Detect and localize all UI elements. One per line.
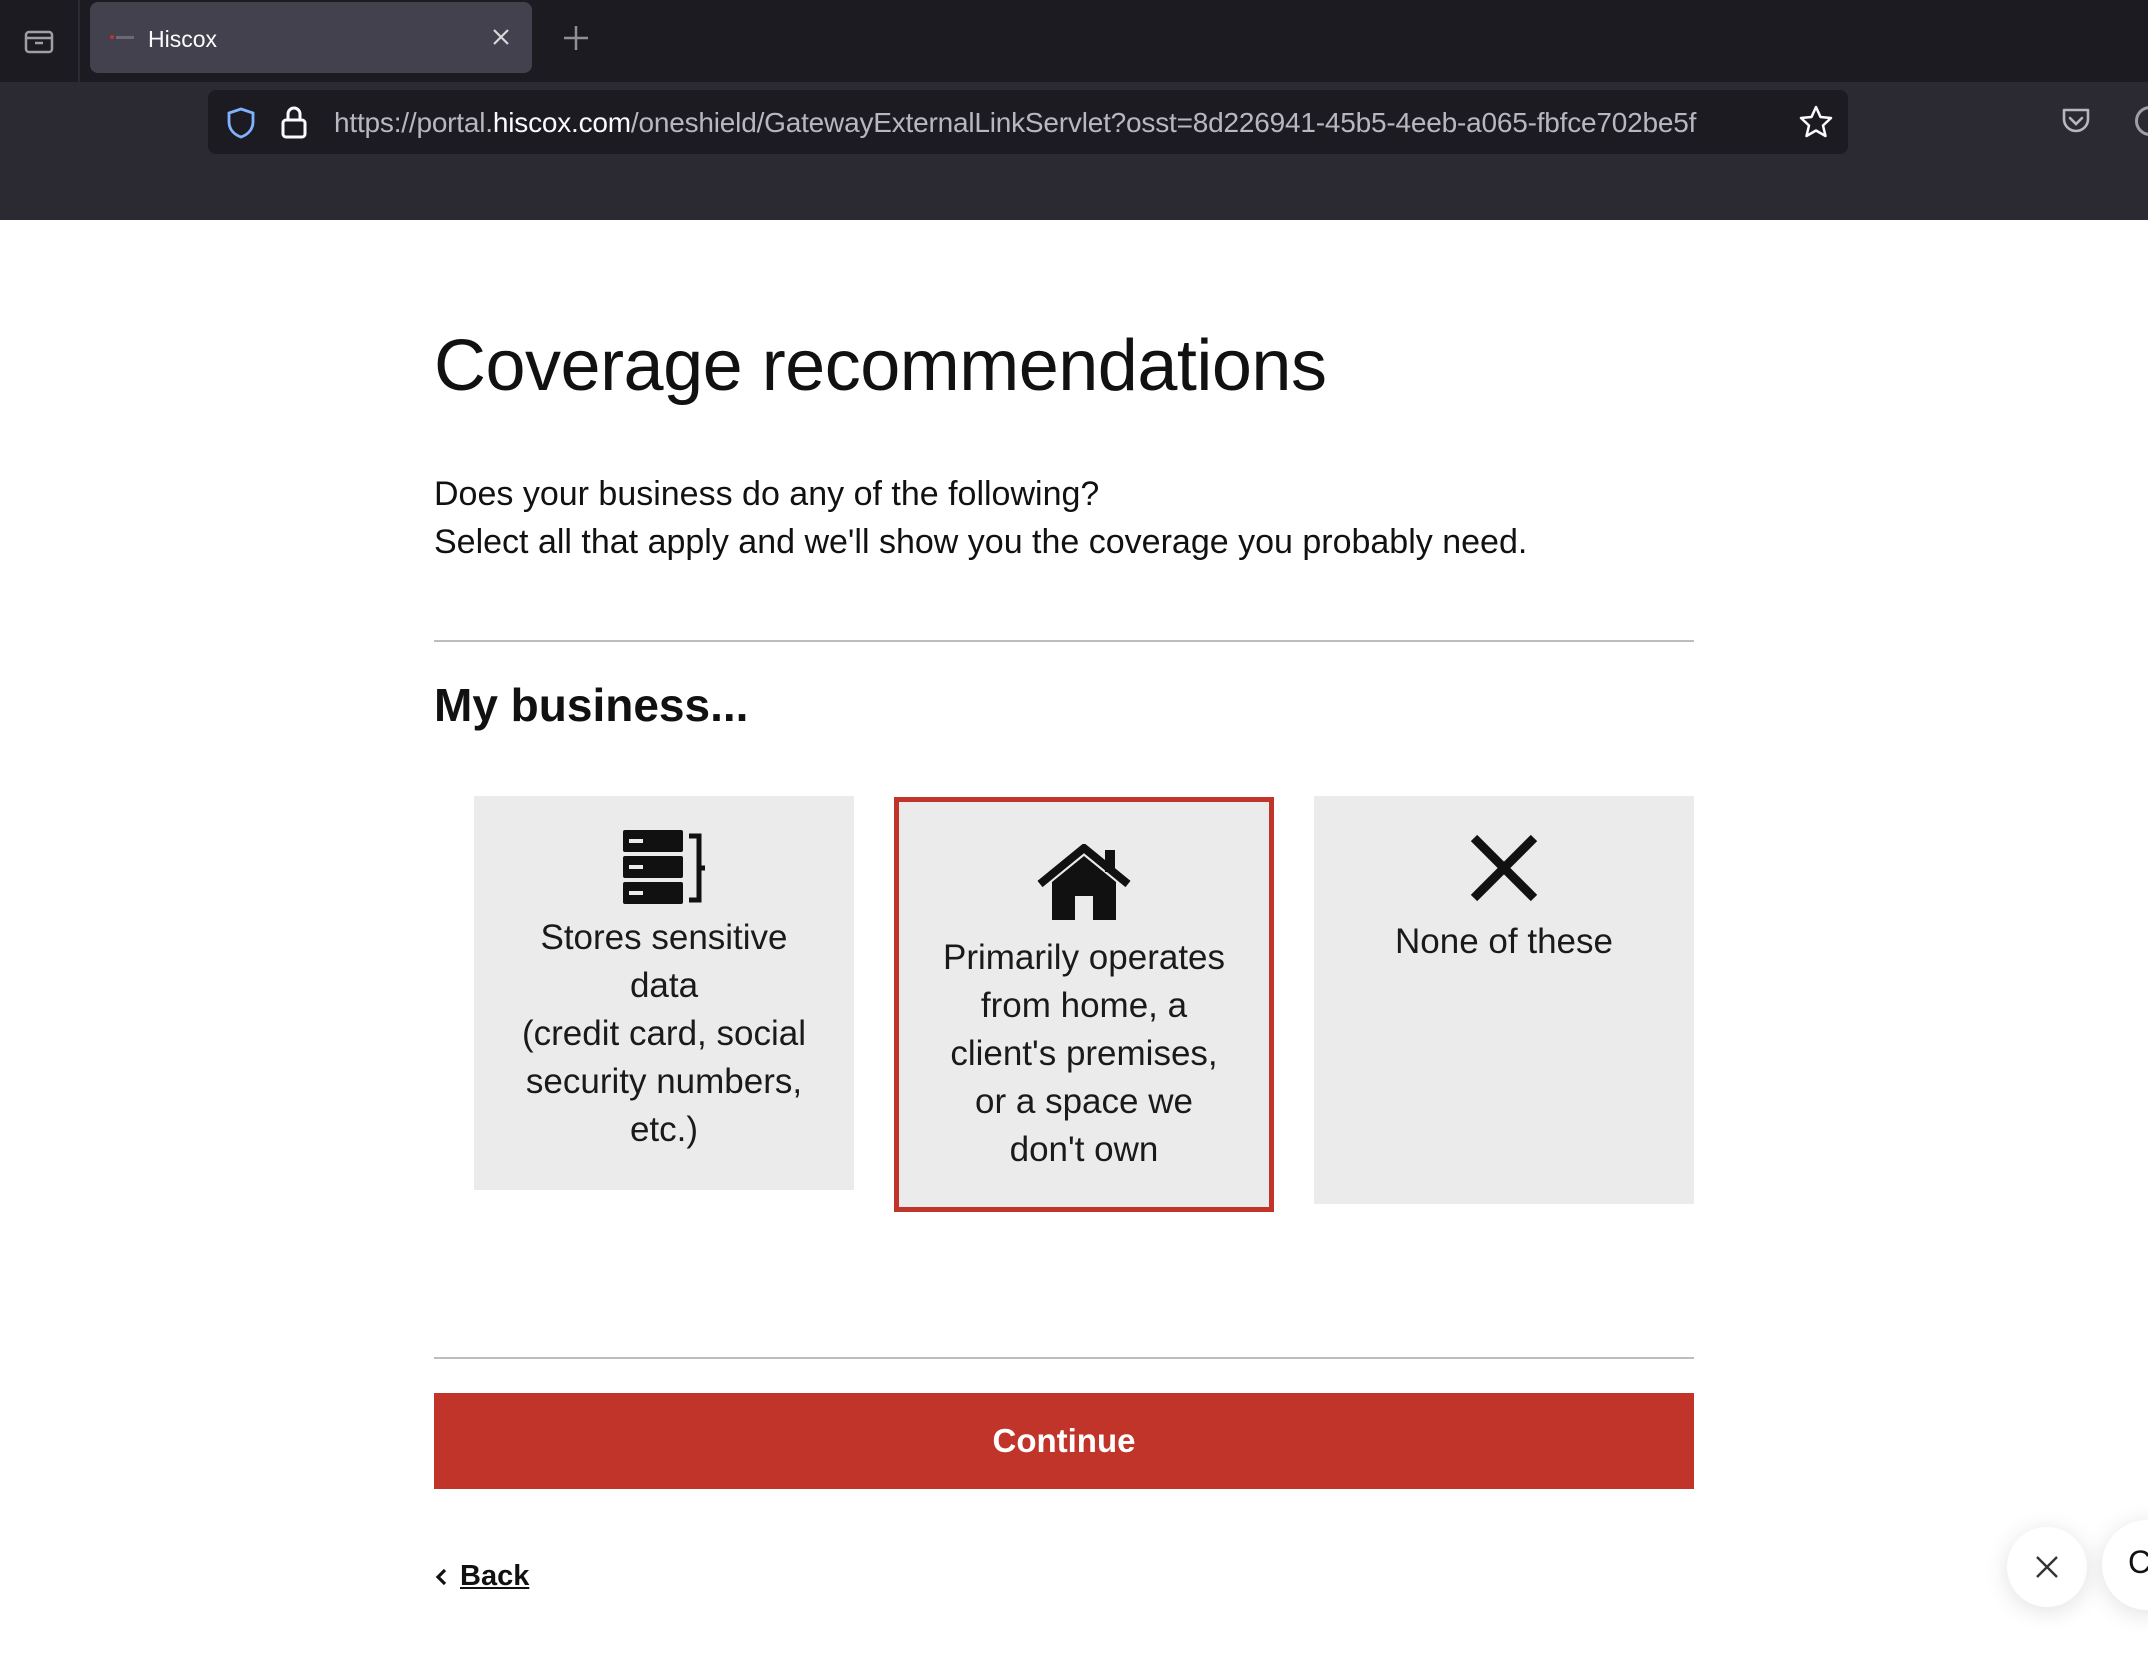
option-label-line: (credit card, social <box>522 1014 806 1053</box>
url-text[interactable]: https://portal.hiscox.com/oneshield/Gate… <box>334 107 1696 139</box>
option-label: Primarily operates from home, a client's… <box>934 934 1234 1174</box>
url-prefix: https://portal. <box>334 107 493 138</box>
server-database-icon <box>623 830 705 904</box>
intro-instruction: Select all that apply and we'll show you… <box>434 523 1528 561</box>
intro-question: Does your business do any of the followi… <box>434 475 1100 513</box>
shield-icon[interactable] <box>226 106 256 140</box>
chat-widget-button[interactable]: C <box>2102 1520 2148 1610</box>
page-title: Coverage recommendations <box>434 326 1327 406</box>
option-label-line: Stores sensitive <box>540 918 788 957</box>
url-path: /oneshield/GatewayExternalLinkServlet?os… <box>630 107 1697 138</box>
divider <box>434 640 1694 642</box>
lock-icon[interactable] <box>280 104 308 140</box>
url-host: hiscox.com <box>492 107 631 138</box>
pocket-icon[interactable] <box>2060 106 2092 136</box>
browser-tab[interactable]: Hiscox <box>90 2 532 73</box>
intro-text: Does your business do any of the followi… <box>434 470 1694 566</box>
account-icon[interactable] <box>2135 106 2148 136</box>
option-label-line: Primarily operates <box>942 938 1226 977</box>
new-tab-button[interactable] <box>558 20 594 56</box>
dismiss-chat-button[interactable] <box>2007 1527 2087 1607</box>
section-title: My business... <box>434 679 749 731</box>
option-label: Stores sensitive data (credit card, soci… <box>509 914 819 1154</box>
close-icon <box>2036 1556 2058 1578</box>
option-label-line: etc.) <box>629 1110 699 1149</box>
continue-button[interactable]: Continue <box>434 1393 1694 1489</box>
url-bar[interactable]: https://portal.hiscox.com/oneshield/Gate… <box>208 90 1848 154</box>
option-label: None of these <box>1344 918 1664 966</box>
tab-overview-button[interactable] <box>0 0 80 82</box>
chevron-left-icon <box>435 1568 447 1585</box>
option-label-line: or a space we <box>975 1082 1193 1121</box>
option-label-line: None of these <box>1395 922 1613 961</box>
hiscox-favicon <box>110 32 140 42</box>
tab-title: Hiscox <box>148 26 218 52</box>
option-card-home-premises[interactable]: Primarily operates from home, a client's… <box>894 797 1274 1212</box>
browser-nav-bar: https://portal.hiscox.com/oneshield/Gate… <box>0 82 2148 220</box>
x-icon <box>1470 834 1538 902</box>
back-link[interactable]: Back <box>434 1560 529 1593</box>
browser-tab-bar: Hiscox <box>0 0 2148 82</box>
option-card-sensitive-data[interactable]: Stores sensitive data (credit card, soci… <box>474 796 854 1190</box>
close-tab-button[interactable] <box>486 22 516 52</box>
tab-overview-icon <box>24 30 54 54</box>
page: Coverage recommendations Does your busin… <box>0 220 2148 1662</box>
plus-icon <box>564 26 588 50</box>
option-label-line: from home, a <box>980 986 1188 1025</box>
chat-widget-label: C <box>2128 1544 2148 1580</box>
close-icon <box>493 29 509 45</box>
divider <box>434 1357 1694 1359</box>
star-icon[interactable] <box>1798 104 1834 140</box>
back-label: Back <box>460 1560 530 1592</box>
option-label-line: don't own <box>1009 1130 1159 1169</box>
home-icon <box>1037 844 1131 920</box>
option-card-none[interactable]: None of these <box>1314 796 1694 1204</box>
option-label-line: security numbers, <box>525 1062 803 1101</box>
option-label-line: client's premises, <box>950 1034 1218 1073</box>
option-label-line: data <box>629 966 699 1005</box>
